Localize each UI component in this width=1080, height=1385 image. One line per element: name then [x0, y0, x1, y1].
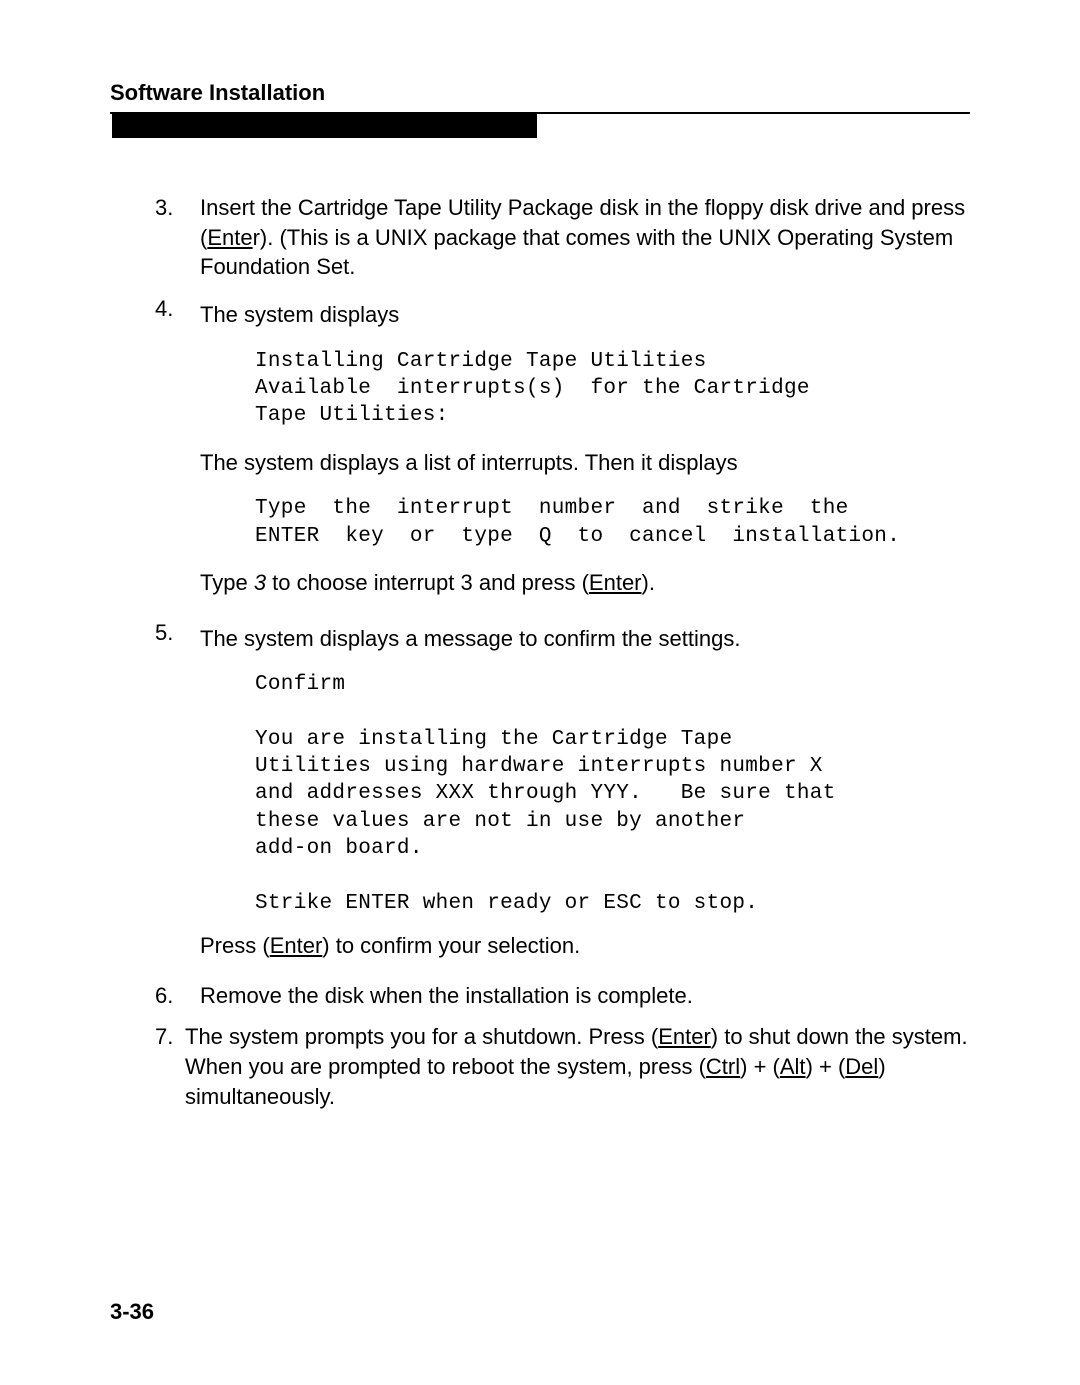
text: The system displays a list of interrupts…: [200, 448, 970, 478]
italic-text: 3: [254, 570, 266, 595]
text: Remove the disk when the installation is…: [200, 983, 693, 1008]
step-body: Remove the disk when the installation is…: [200, 981, 970, 1011]
step-body: The system displays a message to confirm…: [200, 618, 970, 969]
step-4: 4. The system displays Installing Cartri…: [155, 294, 970, 606]
step-3: 3. Insert the Cartridge Tape Utility Pac…: [155, 193, 970, 282]
enter-key: Enter: [589, 570, 642, 595]
text: Press (Enter) to confirm your selection.: [200, 931, 970, 961]
step-body: The system displays Installing Cartridge…: [200, 294, 970, 606]
text: The system prompts you for a shutdown. P…: [185, 1024, 658, 1049]
text: to choose interrupt 3 and press (: [266, 570, 589, 595]
text: Insert the Cartridge Tape Utility Packag…: [200, 195, 965, 220]
step-7: 7. The system prompts you for a shutdown…: [155, 1022, 970, 1111]
text: Type 3 to choose interrupt 3 and press (…: [200, 568, 970, 598]
step-body: The system prompts you for a shutdown. P…: [185, 1022, 970, 1111]
ctrl-key: Ctrl: [706, 1054, 740, 1079]
step-number: 4.: [155, 294, 200, 606]
step-6: 6. Remove the disk when the installation…: [155, 981, 970, 1011]
content-area: 3. Insert the Cartridge Tape Utility Pac…: [110, 193, 970, 1111]
step-number: 3.: [155, 193, 200, 282]
step-number: 5.: [155, 618, 200, 969]
text: (This is a UNIX package that comes with …: [200, 225, 953, 280]
del-key: Del: [845, 1054, 878, 1079]
step-number: 6.: [155, 981, 200, 1011]
enter-key: Enter: [658, 1024, 711, 1049]
text: ) + (: [740, 1054, 780, 1079]
text: ) + (: [806, 1054, 846, 1079]
section-title: Software Installation: [110, 80, 970, 106]
alt-key: Alt: [780, 1054, 806, 1079]
step-number: 7.: [155, 1022, 185, 1111]
text: ) to confirm your selection.: [322, 933, 580, 958]
text: r).: [253, 225, 274, 250]
black-bar: [112, 114, 537, 138]
text: The system displays a message to confirm…: [200, 624, 970, 654]
enter-key: Ente: [207, 225, 252, 250]
step-body: Insert the Cartridge Tape Utility Packag…: [200, 193, 970, 282]
code-block: Type the interrupt number and strike the…: [255, 495, 970, 550]
enter-key: Enter: [270, 933, 323, 958]
text: Press (: [200, 933, 270, 958]
text: ).: [642, 570, 655, 595]
text: The system displays: [200, 300, 970, 330]
text: Type: [200, 570, 254, 595]
page-number: 3-36: [110, 1299, 154, 1325]
page-header: Software Installation: [110, 80, 970, 138]
step-5: 5. The system displays a message to conf…: [155, 618, 970, 969]
code-block: Installing Cartridge Tape Utilities Avai…: [255, 348, 970, 430]
code-block: Confirm You are installing the Cartridge…: [255, 671, 970, 917]
